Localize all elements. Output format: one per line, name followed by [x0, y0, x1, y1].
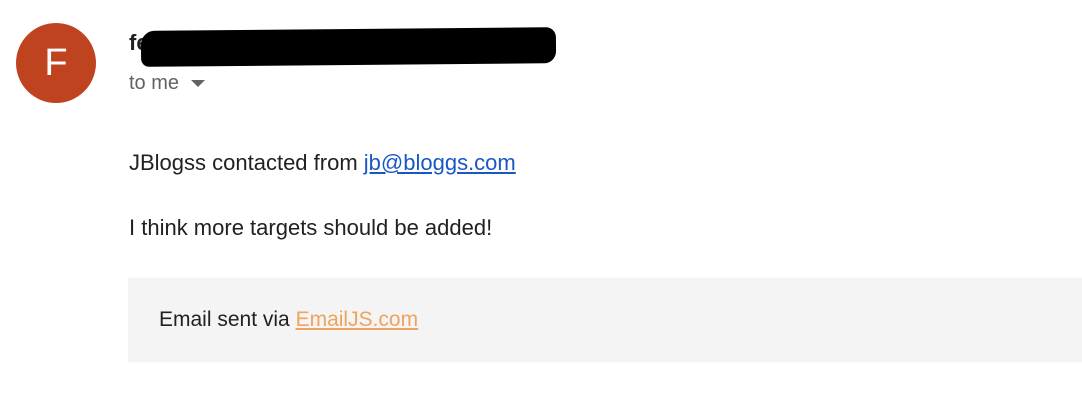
- avatar-letter: F: [44, 41, 68, 84]
- email-link[interactable]: jb@bloggs.com: [364, 150, 516, 175]
- footer-text: Email sent via EmailJS.com: [159, 308, 418, 332]
- emailjs-link[interactable]: EmailJS.com: [296, 308, 419, 331]
- redaction-mark: [140, 27, 557, 67]
- chevron-down-icon[interactable]: [191, 80, 206, 87]
- footer-prefix: Email sent via: [159, 308, 296, 331]
- recipient-line: to me: [129, 72, 206, 95]
- message-line-1: JBlogss contacted from jb@bloggs.com: [129, 150, 516, 176]
- message-line-2: I think more targets should be added!: [129, 215, 493, 240]
- sender-avatar[interactable]: F: [16, 23, 96, 103]
- email-footer: Email sent via EmailJS.com: [128, 278, 1082, 362]
- message-line-1-text: JBlogss contacted from: [129, 150, 364, 175]
- to-me-label: to me: [129, 72, 180, 94]
